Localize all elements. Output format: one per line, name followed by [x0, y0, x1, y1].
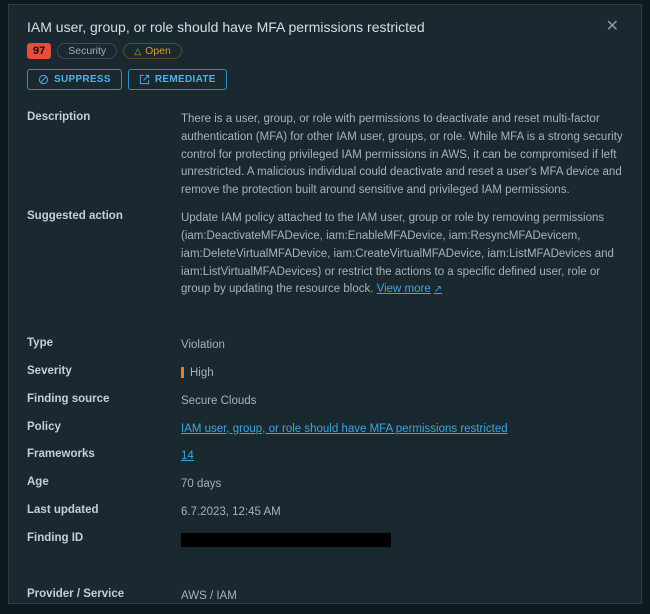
frameworks-label: Frameworks [27, 448, 181, 460]
finding-id-value-redacted [181, 533, 391, 547]
view-more-link[interactable]: View more ↗ [377, 281, 443, 299]
status-pill[interactable]: △ Open [123, 43, 182, 59]
panel-header: IAM user, group, or role should have MFA… [9, 5, 641, 69]
remediate-button[interactable]: REMEDIATE [128, 69, 227, 90]
suppress-label: SUPPRESS [54, 74, 111, 85]
suggested-action-text: Update IAM policy attached to the IAM us… [181, 210, 623, 299]
remediate-label: REMEDIATE [155, 74, 216, 85]
view-more-label: View more [377, 281, 431, 299]
severity-label: Severity [27, 365, 181, 377]
close-icon[interactable]: ✕ [602, 19, 623, 35]
description-label: Description [27, 111, 181, 123]
resource-section: Provider / Service AWS / IAM Resource ty… [9, 579, 641, 604]
suggested-action-label: Suggested action [27, 210, 181, 222]
policy-label: Policy [27, 421, 181, 433]
type-value: Violation [181, 337, 623, 355]
finding-detail-panel: IAM user, group, or role should have MFA… [8, 4, 642, 604]
description-section: Description There is a user, group, or r… [9, 102, 641, 314]
age-value: 70 days [181, 476, 623, 494]
provider-service-value: AWS / IAM [181, 588, 623, 604]
last-updated-value: 6.7.2023, 12:45 AM [181, 504, 623, 522]
frameworks-link[interactable]: 14 [181, 450, 194, 462]
type-label: Type [27, 337, 181, 349]
policy-link[interactable]: IAM user, group, or role should have MFA… [181, 423, 508, 435]
last-updated-label: Last updated [27, 504, 181, 516]
finding-source-value: Secure Clouds [181, 393, 623, 411]
remediate-icon [139, 74, 150, 85]
status-label: Open [145, 45, 171, 57]
severity-text: High [190, 367, 214, 379]
severity-value: High [181, 365, 623, 383]
action-bar: SUPPRESS REMEDIATE [9, 69, 641, 102]
description-text: There is a user, group, or role with per… [181, 111, 623, 200]
suppress-button[interactable]: SUPPRESS [27, 69, 122, 90]
suppress-icon [38, 74, 49, 85]
age-label: Age [27, 476, 181, 488]
finding-title: IAM user, group, or role should have MFA… [27, 19, 425, 35]
category-pill[interactable]: Security [57, 43, 117, 59]
external-link-icon: ↗ [434, 282, 442, 298]
severity-indicator-icon [181, 367, 184, 378]
details-section: Type Violation Severity High Finding sou… [9, 328, 641, 565]
finding-source-label: Finding source [27, 393, 181, 405]
finding-id-label: Finding ID [27, 532, 181, 544]
warning-icon: △ [134, 46, 141, 57]
risk-score-badge: 97 [27, 43, 51, 59]
provider-service-label: Provider / Service [27, 588, 181, 600]
